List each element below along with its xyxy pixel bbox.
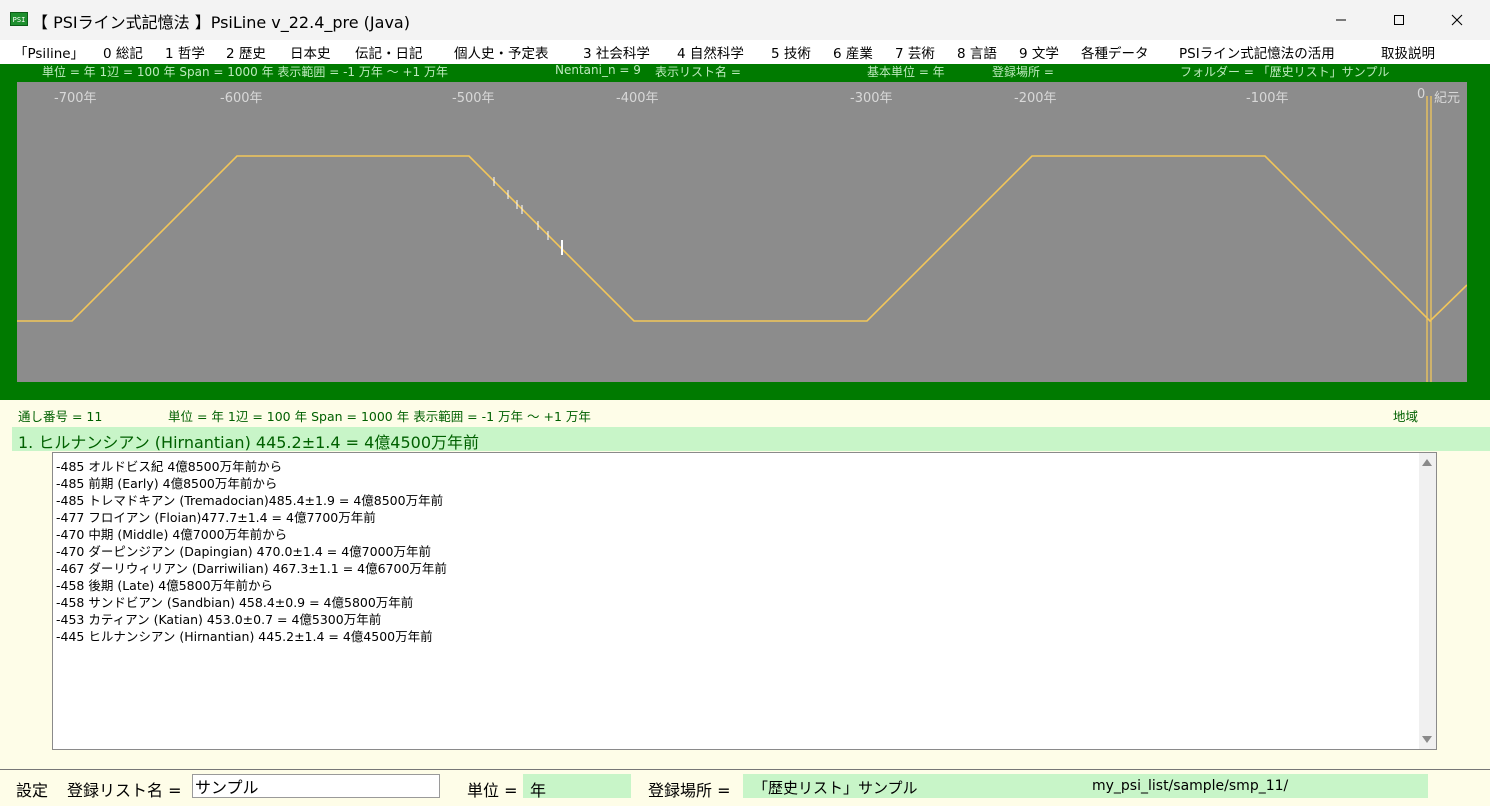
settings-button[interactable]: 設定 [16,777,48,801]
menu-literature[interactable]: 9 文学 [1019,42,1059,62]
unit-value: 年 [530,781,547,800]
psi-line [17,155,1467,323]
menu-general[interactable]: 0 総記 [103,42,143,62]
selected-item-bar: 1. ヒルナンシアン (Hirnantian) 445.2±1.4 = 4億45… [12,427,1490,452]
menu-language[interactable]: 8 言語 [957,42,997,62]
status-unit-span: 単位 = 年 1辺 = 100 年 Span = 1000 年 表示範囲 = -… [42,65,448,79]
close-button[interactable] [1434,0,1480,40]
window-title: 【 PSIライン式記憶法 】PsiLine v_22.4_pre (Java) [32,13,410,32]
status-base-unit: 基本単位 = 年 [867,65,945,79]
unit-label: 単位 = [467,781,518,800]
footer-bar: 設定 登録リスト名 = 単位 = 年 登録場所 = 「歴史リスト」サンプル my… [0,769,1490,806]
vertical-scrollbar[interactable] [1419,453,1436,749]
menu-bar: 「Psiline」 0 総記 1 哲学 2 歴史 日本史 伝記・日記 個人史・予… [0,40,1490,64]
location-path: my_psi_list/sample/smp_11/ [1092,778,1289,794]
menu-psiline[interactable]: 「Psiline」 [14,42,84,62]
menu-social-science[interactable]: 3 社会科学 [583,42,650,62]
menu-personal-history[interactable]: 個人史・予定表 [454,42,549,62]
location-value: 「歴史リスト」サンプル [753,779,918,797]
minimize-button[interactable] [1318,0,1364,40]
status-location: 登録場所 = [992,65,1054,79]
selected-item-title: 1. ヒルナンシアン (Hirnantian) 445.2±1.4 = 4億45… [18,433,480,452]
maximize-icon [1394,15,1404,25]
menu-utilization[interactable]: PSIライン式記憶法の活用 [1179,42,1335,62]
menu-history[interactable]: 2 歴史 [226,42,266,62]
location-field: 「歴史リスト」サンプル my_psi_list/sample/smp_11/ [743,774,1428,798]
timeline-svg [17,96,1467,382]
info-unit-span: 単位 = 年 1辺 = 100 年 Span = 1000 年 表示範囲 = -… [168,409,591,424]
menu-philosophy[interactable]: 1 哲学 [165,42,205,62]
maximize-button[interactable] [1376,0,1422,40]
title-bar: PSI 【 PSIライン式記憶法 】PsiLine v_22.4_pre (Ja… [0,0,1490,40]
scroll-down-icon[interactable] [1422,736,1432,743]
list-name-input[interactable] [192,774,440,798]
list-item[interactable]: -445 ヒルナンシアン (Hirnantian) 445.2±1.4 = 4億… [56,626,433,645]
timeline-panel: 単位 = 年 1辺 = 100 年 Span = 1000 年 表示範囲 = -… [0,63,1490,400]
detail-area: 通し番号 = 11 単位 = 年 1辺 = 100 年 Span = 1000 … [0,400,1490,806]
region-label: 地域 [1393,409,1419,424]
menu-biography[interactable]: 伝記・日記 [355,42,423,62]
menu-natural-science[interactable]: 4 自然科学 [677,42,744,62]
status-folder: フォルダー = 「歴史リスト」サンプル [1180,65,1390,79]
menu-data[interactable]: 各種データ [1081,42,1149,62]
menu-arts[interactable]: 7 芸術 [895,42,935,62]
event-list[interactable]: -485 オルドビス紀 4億8500万年前から -485 前期 (Early) … [52,452,1437,750]
menu-japanese-history[interactable]: 日本史 [290,42,331,62]
status-nentani: Nentani_n = 9 [555,63,641,77]
menu-technology[interactable]: 5 技術 [771,42,811,62]
close-icon [1451,14,1463,26]
menu-manual[interactable]: 取扱説明 [1381,42,1435,62]
timeline-plot[interactable]: -700年 -600年 -500年 -400年 -300年 -200年 -100… [17,82,1467,382]
scroll-up-icon[interactable] [1422,459,1432,466]
app-icon: PSI [10,12,28,26]
unit-field: 年 [523,774,631,800]
status-list-name: 表示リスト名 = [655,65,741,79]
minimize-icon [1336,19,1346,21]
location-label: 登録場所 = [648,781,731,800]
serial-number: 通し番号 = 11 [18,409,103,424]
list-name-label: 登録リスト名 = [67,781,182,800]
menu-industry[interactable]: 6 産業 [833,42,873,62]
